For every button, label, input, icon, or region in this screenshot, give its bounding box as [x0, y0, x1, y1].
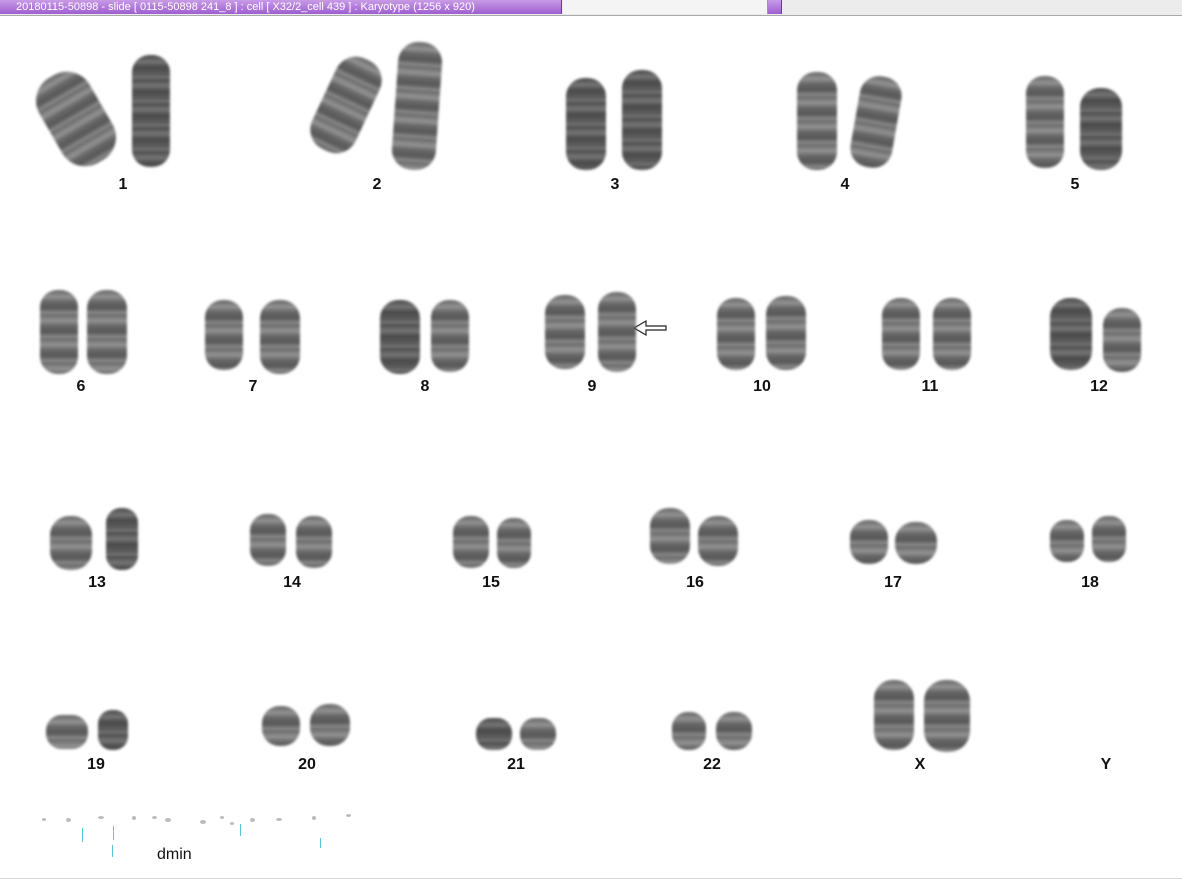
chromatid-16a[interactable]: [650, 508, 690, 564]
chromatid-xa[interactable]: [874, 680, 914, 750]
chromosome-label-19: 19: [87, 756, 105, 773]
titlebar-spacer: [563, 0, 768, 14]
chromatid-17b[interactable]: [895, 522, 937, 564]
dmin-marker: [82, 828, 83, 842]
window-titlebar: 20180115-50898 - slide [ 0115-50898 241_…: [0, 0, 1182, 16]
dmin-speck: [132, 816, 136, 820]
chromatid-22a[interactable]: [672, 712, 706, 750]
chromatid-17a[interactable]: [850, 520, 888, 564]
chromatid-9a[interactable]: [545, 295, 585, 369]
chromosome-label-11: 11: [921, 378, 939, 395]
chromatid-6a[interactable]: [40, 290, 78, 374]
chromosome-label-6: 6: [76, 378, 86, 395]
chromosome-label-12: 12: [1090, 378, 1108, 395]
chromatid-8b[interactable]: [431, 300, 469, 372]
chromosome-label-16: 16: [686, 574, 704, 591]
chromatid-14b[interactable]: [296, 516, 332, 568]
chromatid-19b[interactable]: [98, 710, 128, 750]
chromatid-10a[interactable]: [717, 298, 755, 370]
chromatid-13a[interactable]: [50, 516, 92, 570]
chromatid-7b[interactable]: [260, 300, 300, 374]
titlebar-marker[interactable]: [768, 0, 782, 14]
chromatid-1b[interactable]: [132, 55, 170, 167]
chromatid-11a[interactable]: [882, 298, 920, 370]
chromosome-label-7: 7: [248, 378, 258, 395]
window-title[interactable]: 20180115-50898 - slide [ 0115-50898 241_…: [0, 0, 562, 14]
chromatid-12b[interactable]: [1103, 308, 1141, 372]
dmin-speck: [276, 818, 282, 821]
chromosome-label-17: 17: [884, 574, 902, 591]
chromatid-3a[interactable]: [566, 78, 606, 170]
chromosome-label-9: 9: [587, 378, 597, 395]
chromatid-16b[interactable]: [698, 516, 738, 566]
dmin-marker: [113, 826, 114, 840]
chromosome-label-14: 14: [283, 574, 301, 591]
chromatid-11b[interactable]: [933, 298, 971, 370]
dmin-speck: [220, 816, 224, 819]
chromosome-label-1: 1: [118, 176, 128, 193]
chromatid-xb[interactable]: [924, 680, 970, 752]
dmin-speck: [250, 818, 255, 822]
chromatid-14a[interactable]: [250, 514, 286, 566]
chromosome-label-4: 4: [840, 176, 850, 193]
chromatid-13b[interactable]: [106, 508, 138, 570]
dmin-marker: [112, 845, 113, 857]
chromatid-15a[interactable]: [453, 516, 489, 568]
chromosome-label-y: Y: [1100, 756, 1112, 773]
dmin-speck: [98, 816, 104, 819]
chromatid-5a[interactable]: [1026, 76, 1064, 168]
chromatid-7a[interactable]: [205, 300, 243, 370]
chromosome-label-18: 18: [1081, 574, 1099, 591]
chromosome-label-x: X: [914, 756, 926, 773]
chromatid-15b[interactable]: [497, 518, 531, 568]
chromatid-3b[interactable]: [622, 70, 662, 170]
chromosome-label-10: 10: [753, 378, 771, 395]
dmin-speck: [200, 820, 206, 824]
arrow-left-icon: [632, 319, 667, 337]
dmin-speck: [42, 818, 46, 821]
chromatid-9b[interactable]: [598, 292, 636, 372]
chromosome-label-21: 21: [507, 756, 525, 773]
chromatid-2b[interactable]: [390, 40, 444, 172]
chromatid-6b[interactable]: [87, 290, 127, 374]
chromatid-18a[interactable]: [1050, 520, 1084, 562]
chromosome-label-5: 5: [1070, 176, 1080, 193]
chromosome-label-3: 3: [610, 176, 620, 193]
chromatid-8a[interactable]: [380, 300, 420, 374]
chromatid-20a[interactable]: [262, 706, 300, 746]
dmin-speck: [346, 814, 351, 817]
chromatid-12a[interactable]: [1050, 298, 1092, 370]
chromosome-label-2: 2: [372, 176, 382, 193]
dmin-speck: [66, 818, 71, 822]
chromatid-21a[interactable]: [476, 718, 512, 750]
dmin-speck: [230, 822, 234, 825]
chromosome-label-13: 13: [88, 574, 106, 591]
dmin-marker: [320, 838, 321, 848]
dmin-speck: [152, 816, 157, 819]
chromatid-21b[interactable]: [520, 718, 556, 750]
chromosome-label-22: 22: [703, 756, 721, 773]
chromosome-label-20: 20: [298, 756, 316, 773]
bottom-divider: [0, 878, 1182, 879]
dmin-marker: [240, 824, 241, 836]
chromatid-10b[interactable]: [766, 296, 806, 370]
chromatid-5b[interactable]: [1080, 88, 1122, 170]
chromatid-4a[interactable]: [797, 72, 837, 170]
dmin-label: dmin: [157, 846, 192, 863]
dmin-speck: [165, 818, 171, 822]
chromosome-label-15: 15: [482, 574, 500, 591]
chromatid-19a[interactable]: [46, 715, 88, 749]
dmin-speck: [312, 816, 316, 820]
chromatid-18b[interactable]: [1092, 516, 1126, 562]
chromosome-label-8: 8: [420, 378, 430, 395]
chromatid-22b[interactable]: [716, 712, 752, 750]
chromatid-20b[interactable]: [310, 704, 350, 746]
